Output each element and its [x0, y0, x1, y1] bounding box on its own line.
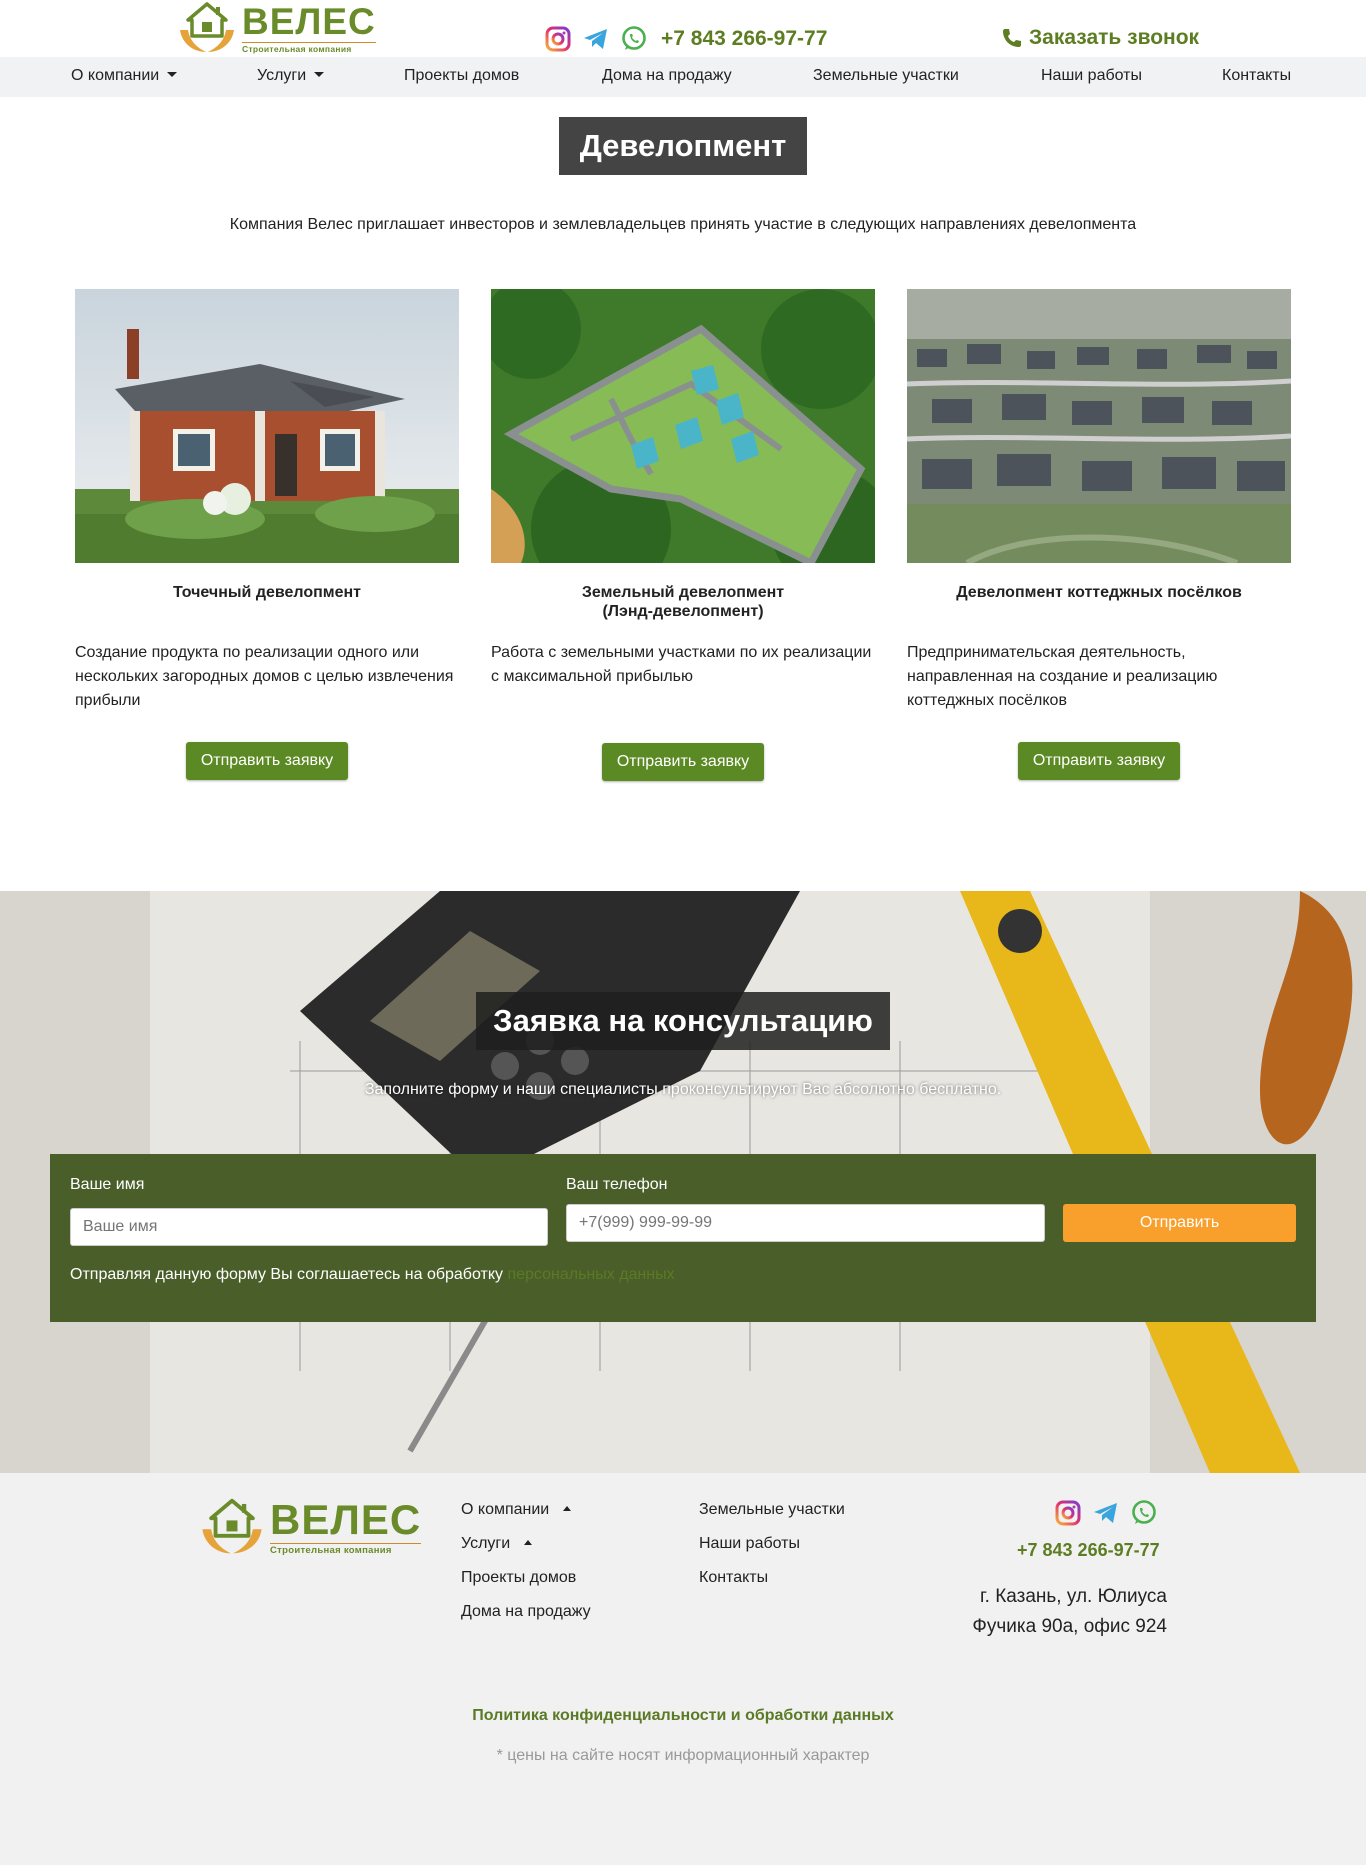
card-title: Девелопмент коттеджных посёлков [907, 583, 1291, 633]
nav-item-contacts[interactable]: Контакты [1222, 67, 1291, 85]
whatsapp-icon[interactable] [620, 25, 648, 53]
price-disclaimer: * цены на сайте носят информационный хар… [496, 1747, 870, 1764]
card-image-cottage-village [907, 289, 1291, 563]
header-phone-link[interactable]: +7 843 266-97-77 [661, 27, 827, 51]
address-line: г. Казань, ул. Юлиуса [980, 1586, 1167, 1607]
send-request-button[interactable]: Отправить заявку [186, 742, 348, 780]
card-title-line: Земельный девелопмент [581, 584, 785, 601]
nav-item-house-projects[interactable]: Проекты домов [404, 67, 519, 85]
footer-nav-about[interactable]: О компании [461, 1501, 572, 1519]
footer-nav-label: О компании [461, 1501, 550, 1518]
nav-item-services[interactable]: Услуги [257, 67, 325, 85]
card-title-line: Девелопмент коттеджных посёлков [956, 584, 1242, 601]
instagram-icon[interactable] [544, 25, 572, 53]
callback-button[interactable]: Заказать звонок [1001, 26, 1199, 50]
header-socials [544, 25, 648, 53]
address: г. Казань, ул. Юлиуса Фучика 90а, офис 9… [950, 1582, 1167, 1642]
consultation-subtitle: Заполните форму и наши специалисты проко… [364, 1081, 1002, 1098]
nav-item-our-works[interactable]: Наши работы [1041, 67, 1142, 85]
name-label: Ваше имя [70, 1176, 145, 1193]
caret-up-icon [524, 1540, 533, 1545]
dev-card-point: Точечный девелопмент Создание продукта п… [75, 289, 459, 717]
top-bar: ВЕЛЕС Строительная компания +7 843 266-9… [0, 0, 1366, 57]
nav-item-houses-for-sale[interactable]: Дома на продажу [602, 67, 732, 85]
address-line: Фучика 90а, офис 924 [972, 1616, 1167, 1637]
footer-nav-contacts[interactable]: Контакты [699, 1569, 768, 1587]
telegram-icon[interactable] [582, 25, 610, 53]
nav-item-about[interactable]: О компании [71, 67, 178, 85]
card-title: Земельный девелопмент (Лэнд-девелопмент) [491, 583, 875, 633]
footer-phone-link[interactable]: +7 843 266-97-77 [1017, 1540, 1160, 1561]
consent-text: Отправляя данную форму Вы соглашаетесь н… [70, 1266, 675, 1284]
footer-nav-label: Услуги [461, 1535, 511, 1552]
consultation-title: Заявка на консультацию [476, 992, 890, 1050]
card-title-line: (Лэнд-девелопмент) [602, 603, 764, 620]
logo-subtitle: Строительная компания [242, 41, 376, 54]
consent-label: Отправляя данную форму Вы соглашаетесь н… [70, 1266, 504, 1283]
footer-socials [1054, 1499, 1158, 1527]
card-title: Точечный девелопмент [75, 583, 459, 633]
card-description: Создание продукта по реализации одного и… [75, 644, 454, 709]
footer-logo[interactable]: ВЕЛЕС Строительная компания [198, 1495, 422, 1558]
logo-name: ВЕЛЕС [270, 1495, 422, 1543]
personal-data-link[interactable]: персональных данных [507, 1266, 674, 1283]
main-nav: О компании Услуги Проекты домов Дома на … [0, 57, 1366, 97]
footer-nav-land-plots[interactable]: Земельные участки [699, 1501, 845, 1519]
nav-item-label: О компании [71, 67, 160, 84]
caret-up-icon [563, 1506, 572, 1511]
footer-nav-services[interactable]: Услуги [461, 1535, 533, 1553]
intro-text: Компания Велес приглашает инвесторов и з… [229, 216, 1137, 233]
page-title: Девелопмент [559, 117, 807, 175]
phone-icon [1003, 29, 1021, 47]
whatsapp-icon[interactable] [1130, 1499, 1158, 1527]
footer-nav-our-works[interactable]: Наши работы [699, 1535, 800, 1553]
logo-name: ВЕЛЕС [242, 0, 376, 42]
footer-nav-houses-for-sale[interactable]: Дома на продажу [461, 1603, 591, 1621]
logo-subtitle: Строительная компания [270, 1542, 422, 1556]
dev-card-land: Земельный девелопмент (Лэнд-девелопмент)… [491, 289, 875, 717]
caret-down-icon [314, 72, 325, 77]
privacy-policy-link[interactable]: Политика конфиденциальности и обработки … [0, 1707, 1366, 1725]
card-image-house [75, 289, 459, 563]
caret-down-icon [167, 72, 178, 77]
footer-nav-house-projects[interactable]: Проекты домов [461, 1569, 576, 1587]
card-description: Работа с земельными участками по их реал… [491, 644, 872, 685]
card-description: Предпринимательская деятельность, направ… [907, 644, 1218, 709]
send-request-button[interactable]: Отправить заявку [1018, 742, 1180, 780]
nav-item-label: Услуги [257, 67, 307, 84]
send-request-button[interactable]: Отправить заявку [602, 743, 764, 781]
phone-label: Ваш телефон [566, 1176, 668, 1193]
telegram-icon[interactable] [1092, 1499, 1120, 1527]
callback-label: Заказать звонок [1029, 26, 1200, 49]
instagram-icon[interactable] [1054, 1499, 1082, 1527]
phone-input[interactable] [566, 1204, 1045, 1242]
nav-item-land-plots[interactable]: Земельные участки [813, 67, 959, 85]
site-logo[interactable]: ВЕЛЕС Строительная компания [176, 0, 376, 56]
dev-card-cottage: Девелопмент коттеджных посёлков Предприн… [907, 289, 1291, 717]
submit-button[interactable]: Отправить [1063, 1204, 1296, 1242]
logo-house-icon [198, 1496, 266, 1558]
card-image-land-plots [491, 289, 875, 563]
logo-house-icon [176, 0, 238, 56]
name-input[interactable] [70, 1208, 548, 1246]
card-title-line: Точечный девелопмент [172, 584, 362, 601]
